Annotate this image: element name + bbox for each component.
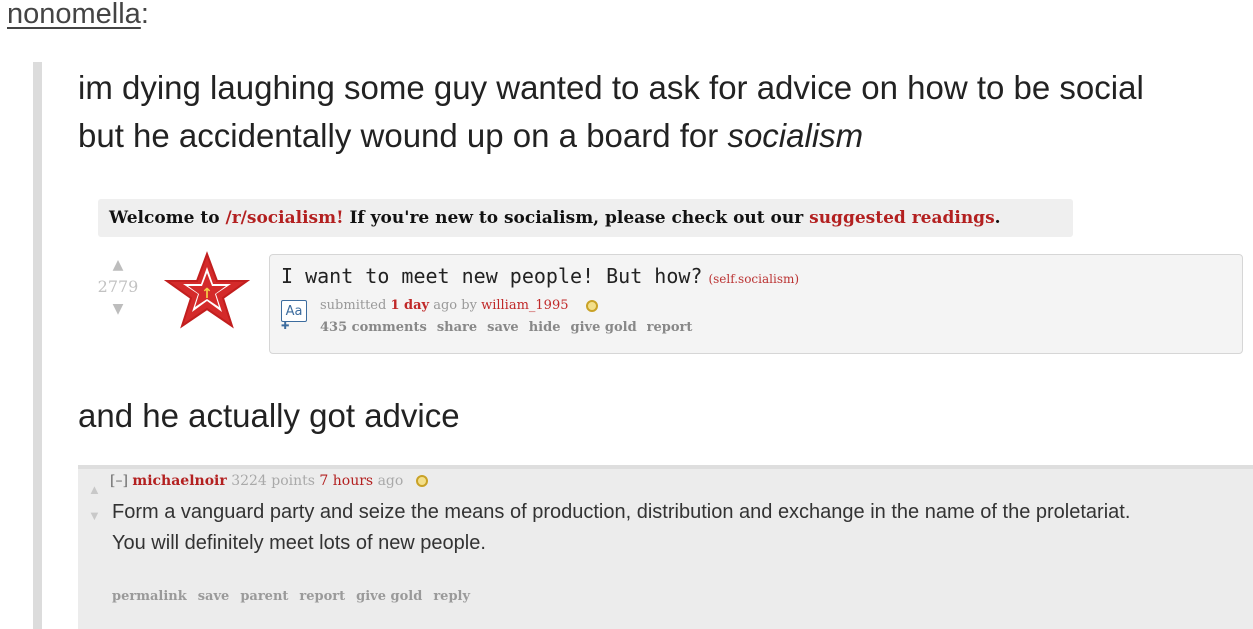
subreddit-link[interactable]: /r/socialism! — [226, 208, 344, 228]
gold-coin-icon — [415, 475, 428, 487]
post-score: 2779 — [97, 277, 139, 296]
upvote-icon[interactable]: ▲ — [88, 258, 148, 272]
post-title-line: I want to meet new people! But how? (self… — [281, 264, 799, 288]
save-link[interactable]: save — [487, 320, 519, 335]
comment-downvote-icon[interactable]: ▼ — [88, 503, 101, 529]
quote-line-2: but he accidentally wound up on a board … — [78, 112, 1238, 160]
comment-report-link[interactable]: report — [299, 589, 345, 604]
post-author-link[interactable]: william_1995 — [481, 298, 568, 313]
post-title[interactable]: I want to meet new people! But how? — [281, 264, 702, 288]
quote-line-2-text: but he accidentally wound up on a board … — [78, 117, 728, 154]
share-link[interactable]: share — [437, 320, 477, 335]
comment-age: 7 hours — [319, 473, 374, 489]
subreddit-welcome-banner: Welcome to /r/socialism! If you're new t… — [98, 199, 1073, 237]
suggested-readings-link[interactable]: suggested readings — [809, 208, 995, 228]
username-colon: : — [140, 0, 149, 30]
comment-vote-column: ▲ ▼ — [88, 477, 101, 529]
comment-give-gold-link[interactable]: give gold — [356, 589, 422, 604]
comment-header: [–] michaelnoir 3224 points 7 hours ago — [110, 473, 428, 489]
gold-coin-icon — [586, 299, 599, 312]
post-meta: submitted 1 day ago by william_1995 — [320, 298, 599, 313]
comment-paragraph-2: You will definitely meet lots of new peo… — [112, 532, 486, 554]
hide-link[interactable]: hide — [529, 320, 561, 335]
downvote-icon[interactable]: ▼ — [88, 302, 148, 316]
meta-age: 1 day — [390, 298, 430, 313]
post-domain[interactable]: (self.socialism) — [708, 272, 799, 286]
comment: ▲ ▼ [–] michaelnoir 3224 points 7 hours … — [78, 465, 1253, 629]
comment-points: 3224 points — [231, 473, 315, 489]
meta-submitted: submitted — [320, 298, 391, 313]
post-actions: 435 comments share save hide give gold report — [320, 320, 702, 335]
expand-icon[interactable]: ✚ — [281, 321, 289, 332]
permalink-link[interactable]: permalink — [112, 589, 187, 604]
comments-link[interactable]: 435 comments — [320, 320, 427, 335]
meta-by: ago by — [429, 298, 482, 313]
svg-text:↑: ↑ — [201, 286, 213, 302]
parent-link[interactable]: parent — [240, 589, 288, 604]
red-star-icon[interactable]: ↑ — [163, 251, 251, 329]
comment-save-link[interactable]: save — [198, 589, 230, 604]
comment-upvote-icon[interactable]: ▲ — [88, 477, 101, 503]
comment-body: Form a vanguard party and seize the mean… — [112, 500, 1232, 562]
banner-mid: If you're new to socialism, please check… — [343, 208, 810, 228]
vote-column: ▲ 2779 ▼ — [88, 258, 148, 316]
username-line: nonomella: — [7, 0, 149, 34]
blockquote-bar — [33, 62, 42, 629]
report-link[interactable]: report — [647, 320, 693, 335]
followup-text: and he actually got advice — [78, 397, 460, 434]
username-link[interactable]: nonomella — [7, 0, 141, 30]
reply-link[interactable]: reply — [433, 589, 470, 604]
give-gold-link[interactable]: give gold — [570, 320, 636, 335]
banner-prefix: Welcome to — [109, 208, 226, 228]
collapse-toggle[interactable]: [–] — [110, 473, 128, 489]
self-post-icon[interactable]: Aa — [281, 300, 307, 322]
banner-end: . — [994, 208, 1001, 228]
comment-paragraph-1: Form a vanguard party and seize the mean… — [112, 501, 1131, 523]
quote-emphasis: socialism — [727, 117, 864, 154]
quote-line-1: im dying laughing some guy wanted to ask… — [78, 69, 1144, 106]
comment-ago: ago — [377, 473, 404, 489]
post-entry: I want to meet new people! But how? (self… — [269, 254, 1243, 354]
comment-actions: permalink save parent report give gold reply — [112, 589, 481, 604]
comment-author-link[interactable]: michaelnoir — [132, 473, 226, 489]
quote-text: im dying laughing some guy wanted to ask… — [78, 64, 1238, 160]
